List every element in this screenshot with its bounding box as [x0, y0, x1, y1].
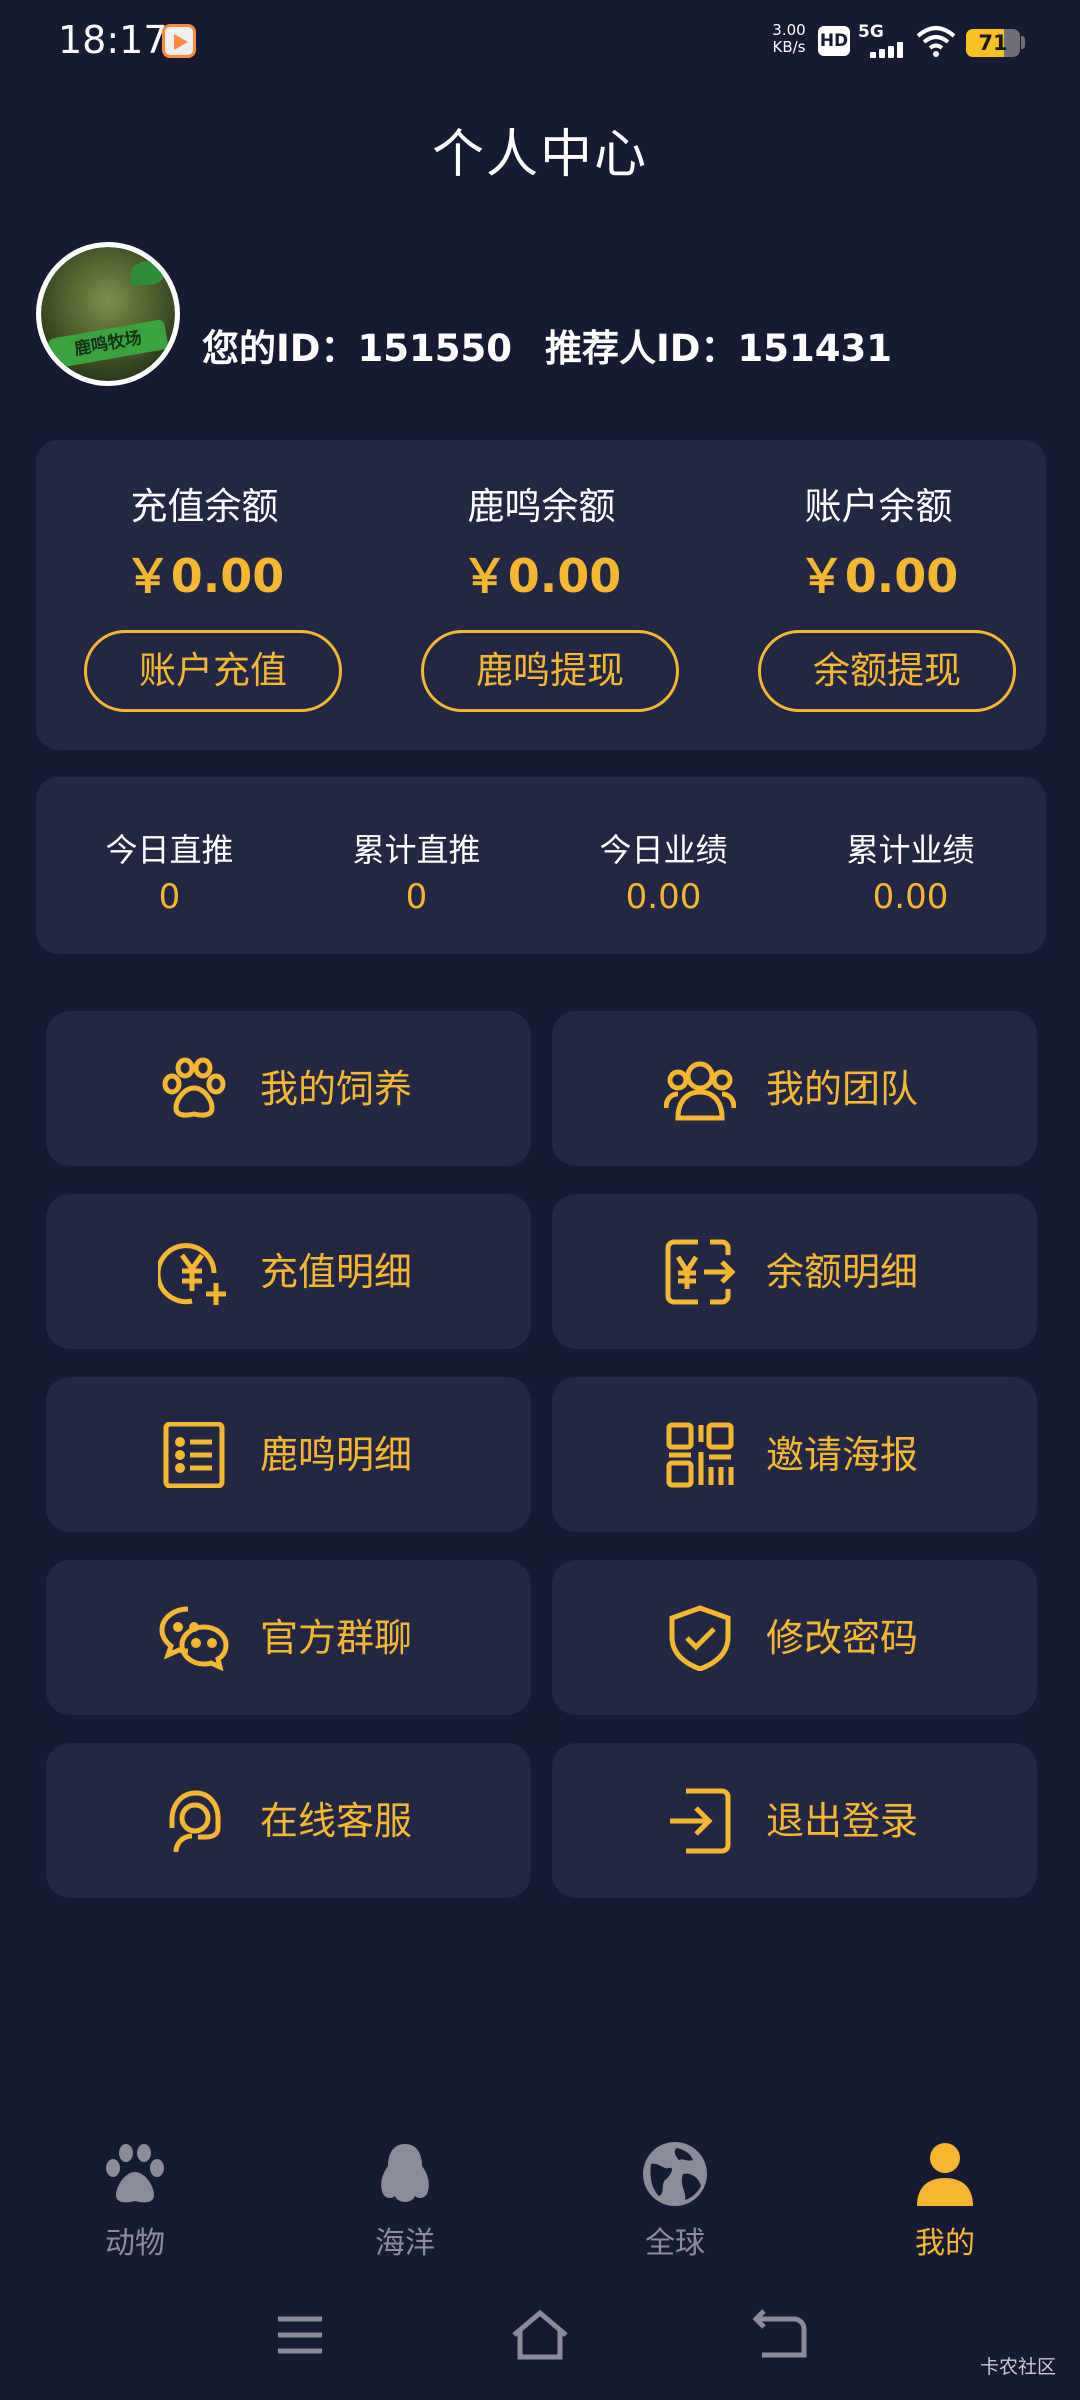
home-icon[interactable]	[508, 2307, 572, 2363]
bottom-tab-bar: 动物 海洋 全球 我的	[0, 2120, 1080, 2270]
app-notification-icon	[162, 24, 196, 58]
tab-label: 全球	[645, 2226, 705, 2261]
yen-transfer-icon	[664, 1239, 736, 1305]
menu-label: 修改密码	[766, 1616, 919, 1660]
menu-online-support[interactable]: 在线客服	[46, 1743, 531, 1898]
menu-icon[interactable]	[268, 2307, 332, 2363]
hd-badge: HD	[818, 26, 850, 56]
stat-label: 累计业绩	[846, 831, 975, 869]
menu-label: 退出登录	[766, 1799, 919, 1843]
system-nav-bar	[0, 2285, 1080, 2385]
wifi-icon	[916, 24, 956, 58]
tab-label: 我的	[915, 2226, 975, 2261]
network-speed-unit: KB/s	[772, 38, 806, 56]
tab-label: 海洋	[375, 2226, 435, 2261]
paw-icon	[101, 2140, 169, 2208]
menu-luming-detail[interactable]: 鹿鸣明细	[46, 1377, 531, 1532]
referrer-id-label: 推荐人ID：	[545, 327, 738, 370]
menu-label: 邀请海报	[766, 1433, 919, 1477]
shield-check-icon	[664, 1605, 736, 1672]
balance-card: 充值余额 ￥0.00 账户充值 鹿鸣余额 ￥0.00 鹿鸣提现 账户余额 ￥0.…	[36, 440, 1046, 750]
avatar[interactable]: 鹿鸣牧场	[36, 242, 180, 386]
chat-icon	[158, 1605, 230, 1672]
menu-label: 我的团队	[766, 1067, 919, 1111]
battery-icon: 71	[966, 29, 1020, 57]
menu-recharge-detail[interactable]: 充值明细	[46, 1194, 531, 1349]
network-type: 5G	[858, 22, 884, 42]
balance-label: 账户余额	[804, 485, 953, 528]
tab-animals[interactable]: 动物	[0, 2120, 270, 2270]
menu-label: 余额明细	[766, 1250, 919, 1294]
yen-add-icon	[155, 1239, 230, 1305]
person-icon	[911, 2140, 979, 2208]
luming-withdraw-button[interactable]: 鹿鸣提现	[421, 630, 679, 712]
stat-label: 今日业绩	[599, 831, 728, 869]
stat-label: 累计直推	[352, 831, 481, 869]
status-time: 18:17	[58, 18, 168, 62]
menu-my-team[interactable]: 我的团队	[552, 1011, 1037, 1166]
penguin-icon	[371, 2140, 439, 2208]
balance-withdraw-button[interactable]: 余额提现	[758, 630, 1016, 712]
page-title: 个人中心	[431, 125, 648, 185]
referrer-id-value: 151431	[737, 327, 892, 370]
globe-icon	[641, 2140, 709, 2208]
user-id: 您的ID：151550	[202, 318, 512, 372]
stats-card: 今日直推 0 累计直推 0 今日业绩 0.00 累计业绩 0.00	[36, 777, 1046, 954]
team-icon	[663, 1056, 737, 1122]
signal-icon	[870, 42, 906, 58]
menu-balance-detail[interactable]: 余额明细	[552, 1194, 1037, 1349]
stat-value: 0	[158, 877, 181, 917]
stat-value: 0.00	[872, 877, 949, 917]
network-speed: 3.00 KB/s	[766, 22, 812, 56]
user-id-label: 您的ID：	[202, 327, 358, 370]
menu-label: 充值明细	[260, 1250, 413, 1294]
qrcode-icon	[664, 1422, 736, 1488]
headset-icon	[158, 1788, 230, 1854]
user-id-value: 151550	[357, 327, 512, 370]
tab-label: 动物	[105, 2226, 165, 2261]
menu-label: 我的饲养	[260, 1067, 413, 1111]
tab-ocean[interactable]: 海洋	[270, 2120, 540, 2270]
list-icon	[158, 1421, 230, 1489]
menu-label: 官方群聊	[260, 1616, 413, 1660]
menu-label: 鹿鸣明细	[260, 1433, 413, 1477]
status-bar: 18:17 3.00 KB/s HD 5G 71	[0, 0, 1080, 84]
paw-icon	[158, 1056, 230, 1122]
battery-tip	[1021, 36, 1025, 49]
battery-percent: 71	[978, 31, 1008, 55]
menu-my-breeding[interactable]: 我的饲养	[46, 1011, 531, 1166]
referrer-id: 推荐人ID：151431	[545, 318, 892, 372]
stat-value: 0	[405, 877, 428, 917]
recharge-button[interactable]: 账户充值	[84, 630, 342, 712]
stat-label: 今日直推	[105, 831, 234, 869]
balance-value: ￥0.00	[124, 549, 285, 603]
logout-icon	[664, 1788, 736, 1854]
menu-invite-poster[interactable]: 邀请海报	[552, 1377, 1037, 1532]
menu-logout[interactable]: 退出登录	[552, 1743, 1037, 1898]
leaf-icon	[131, 261, 165, 285]
menu-official-group-chat[interactable]: 官方群聊	[46, 1560, 531, 1715]
balance-value: ￥0.00	[798, 549, 959, 603]
stat-value: 0.00	[625, 877, 702, 917]
tab-global[interactable]: 全球	[540, 2120, 810, 2270]
balance-label: 充值余额	[130, 485, 279, 528]
back-icon[interactable]	[748, 2307, 812, 2363]
watermark: 卡农社区	[979, 2356, 1056, 2378]
network-speed-value: 3.00	[772, 21, 806, 39]
balance-value: ￥0.00	[461, 549, 622, 603]
menu-label: 在线客服	[260, 1799, 413, 1843]
menu-change-password[interactable]: 修改密码	[552, 1560, 1037, 1715]
balance-label: 鹿鸣余额	[467, 485, 616, 528]
tab-mine[interactable]: 我的	[810, 2120, 1080, 2270]
